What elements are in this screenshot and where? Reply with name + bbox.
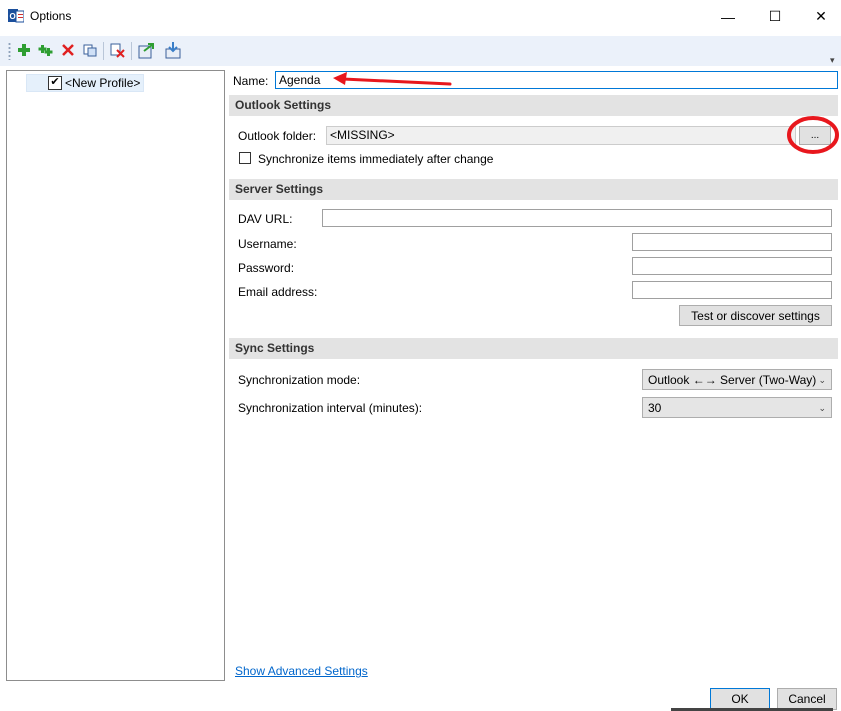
sync-mode-select[interactable]: Outlook ←→ Server (Two-Way) ⌄ [642, 369, 832, 390]
toolbar-grip[interactable] [8, 42, 11, 60]
server-settings-header: Server Settings [229, 179, 838, 200]
sync-mode-label: Synchronization mode: [238, 373, 361, 387]
maximize-button[interactable]: ☐ [752, 0, 798, 33]
name-label: Name: [233, 74, 269, 88]
password-label: Password: [238, 261, 295, 275]
profile-enabled-checkbox[interactable]: ✔ [48, 76, 62, 90]
outlook-settings-header: Outlook Settings [229, 95, 838, 116]
delete-profile-icon[interactable] [58, 40, 78, 60]
dav-url-label: DAV URL: [238, 212, 293, 226]
annotation-circle [787, 116, 839, 154]
chevron-down-icon: ⌄ [818, 403, 826, 413]
sync-interval-label: Synchronization interval (minutes): [238, 401, 423, 415]
annotation-arrow [333, 72, 452, 86]
email-input[interactable] [632, 281, 832, 299]
toolbar-overflow-button[interactable]: ▾ [830, 55, 835, 66]
username-input[interactable] [632, 233, 832, 251]
sync-interval-select[interactable]: 30 ⌄ [642, 397, 832, 418]
svg-text:O: O [10, 12, 16, 21]
sync-interval-value: 30 [648, 401, 662, 415]
cancel-button[interactable]: Cancel [777, 688, 837, 710]
dav-url-input[interactable] [322, 209, 832, 227]
minimize-button[interactable]: — [705, 0, 751, 33]
toolbar-separator [103, 42, 104, 60]
chevron-down-icon: ⌄ [818, 375, 826, 385]
outlook-folder-field: <MISSING> [326, 126, 796, 145]
export-options-icon[interactable] [137, 40, 157, 60]
close-button[interactable]: ✕ [798, 0, 841, 33]
clear-cache-icon[interactable] [107, 40, 127, 60]
outlook-folder-label: Outlook folder: [238, 129, 317, 143]
import-options-icon[interactable] [163, 40, 183, 60]
show-advanced-settings-link[interactable]: Show Advanced Settings [235, 664, 368, 678]
sync-immediately-checkbox[interactable] [239, 152, 251, 164]
ok-button[interactable]: OK [710, 688, 770, 710]
toolbar-separator [131, 42, 132, 60]
test-discover-settings-button[interactable]: Test or discover settings [679, 305, 832, 326]
app-icon: O [8, 8, 25, 24]
sync-immediately-label: Synchronize items immediately after chan… [258, 152, 494, 166]
email-label: Email address: [238, 285, 318, 299]
password-input[interactable] [632, 257, 832, 275]
profile-tree[interactable] [6, 70, 225, 681]
sync-mode-value: Outlook ←→ Server (Two-Way) [648, 373, 817, 387]
tree-item-label: <New Profile> [65, 76, 141, 90]
copy-profile-icon[interactable] [80, 40, 100, 60]
window-title: Options [30, 9, 72, 23]
username-label: Username: [238, 237, 297, 251]
add-profile-icon[interactable] [14, 40, 34, 60]
add-multiple-profiles-icon[interactable] [36, 40, 56, 60]
sync-settings-header: Sync Settings [229, 338, 838, 359]
